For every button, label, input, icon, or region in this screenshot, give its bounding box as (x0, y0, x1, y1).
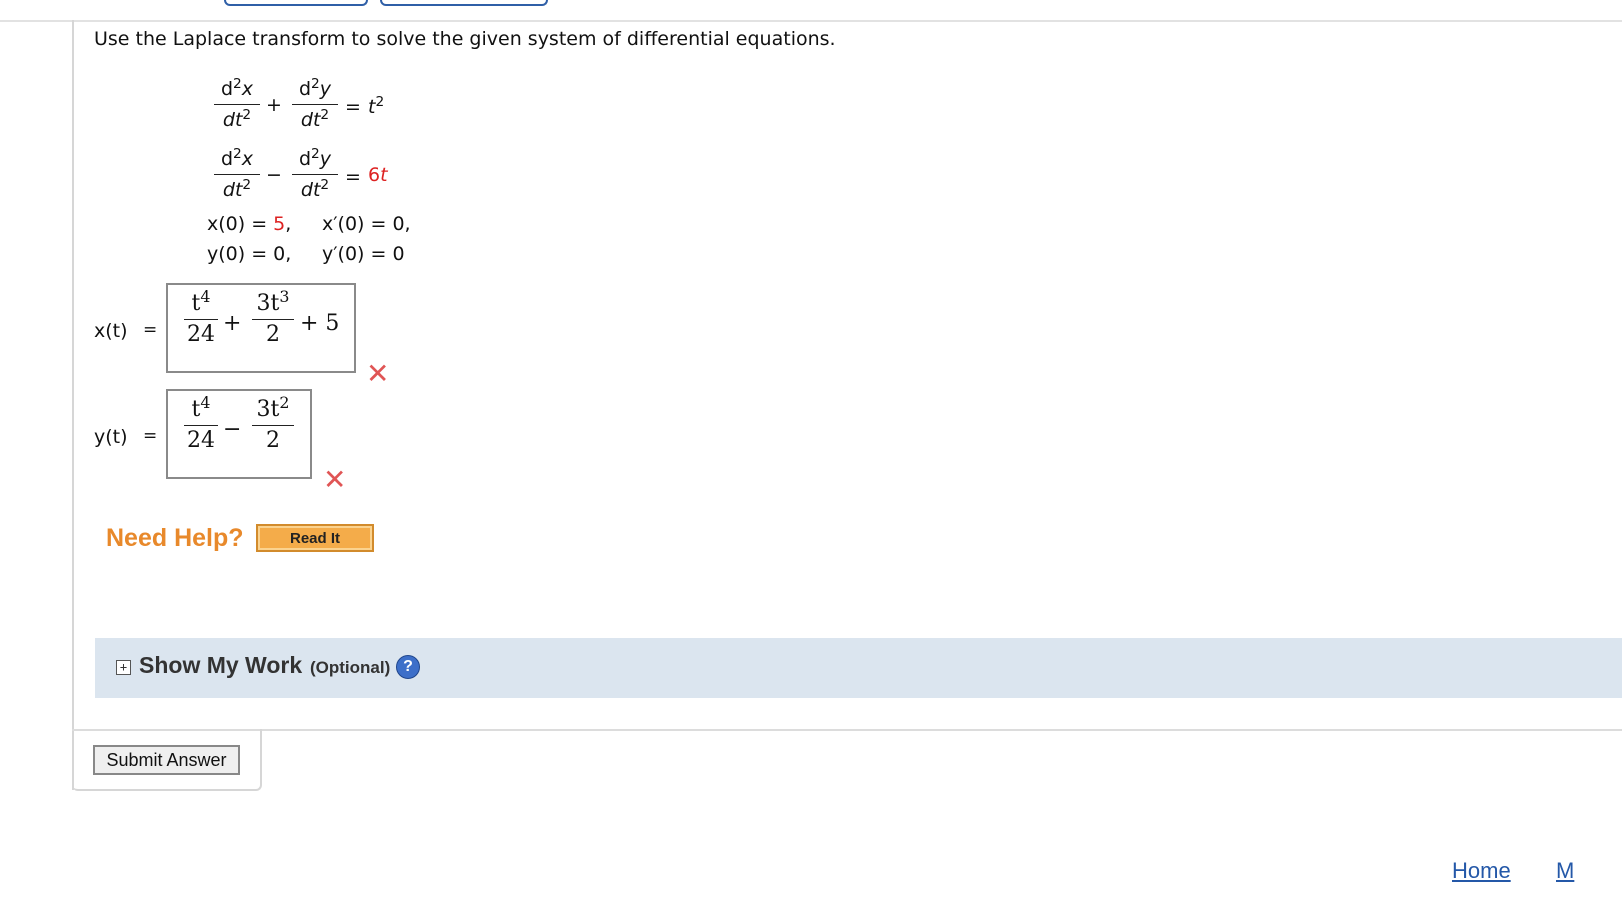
y-incorrect-icon: ✕ (323, 463, 347, 496)
panel-left-border (72, 20, 74, 790)
panel-separator (72, 729, 1622, 731)
rhs-t-squared: t2 (368, 94, 385, 118)
frac-d2y-dt2: d2y dt2 (292, 76, 338, 133)
y-equals: = (143, 426, 158, 446)
x-plus: + (223, 311, 242, 336)
y-answer-input[interactable]: t4 24 − 3t2 2 (166, 389, 312, 479)
x-answer-input[interactable]: t4 24 + 3t3 2 + 5 (166, 283, 356, 373)
x-term-3t3-over-2: 3t3 2 (252, 289, 294, 348)
frac-d2y-dt2: d2y dt2 (292, 146, 338, 203)
read-it-button[interactable]: Read It (256, 524, 374, 552)
top-tab-right[interactable] (380, 0, 548, 6)
expand-plus-icon[interactable]: + (116, 660, 131, 675)
minus-operator: − (266, 164, 282, 186)
rhs-6t: 6t (368, 164, 388, 186)
top-tab-left[interactable] (224, 0, 368, 6)
need-help-label: Need Help? (106, 524, 244, 552)
question-prompt: Use the Laplace transform to solve the g… (94, 28, 836, 50)
initial-condition-y0: y(0) = 0, (207, 243, 292, 265)
x-answer-label: x(t) (94, 320, 128, 342)
equals-sign: = (345, 166, 361, 188)
initial-condition-xp0: x′(0) = 0, (322, 213, 411, 235)
y-term-t4-over-24: t4 24 (184, 395, 218, 454)
y-term-3t2-over-2: 3t2 2 (252, 395, 294, 454)
x-term-t4-over-24: t4 24 (184, 289, 218, 348)
x-equals: = (143, 320, 158, 340)
plus-operator: + (266, 94, 282, 116)
initial-condition-x0: x(0) = 5, (207, 213, 292, 235)
home-link[interactable]: Home (1452, 858, 1511, 884)
help-question-icon[interactable]: ? (396, 655, 420, 679)
y-minus: − (223, 417, 242, 442)
initial-condition-yp0: y′(0) = 0 (322, 243, 405, 265)
equals-sign: = (345, 96, 361, 118)
show-my-work-title[interactable]: Show My Work (139, 652, 302, 679)
next-link[interactable]: M (1556, 858, 1574, 884)
x-plus-5: + 5 (300, 311, 340, 336)
frac-d2x-dt2: d2x dt2 (214, 146, 260, 203)
x-incorrect-icon: ✕ (366, 357, 390, 390)
y-answer-label: y(t) (94, 426, 128, 448)
frac-d2x-dt2: d2x dt2 (214, 76, 260, 133)
show-my-work-optional: (Optional) (310, 658, 391, 677)
submit-answer-button[interactable]: Submit Answer (93, 745, 240, 775)
